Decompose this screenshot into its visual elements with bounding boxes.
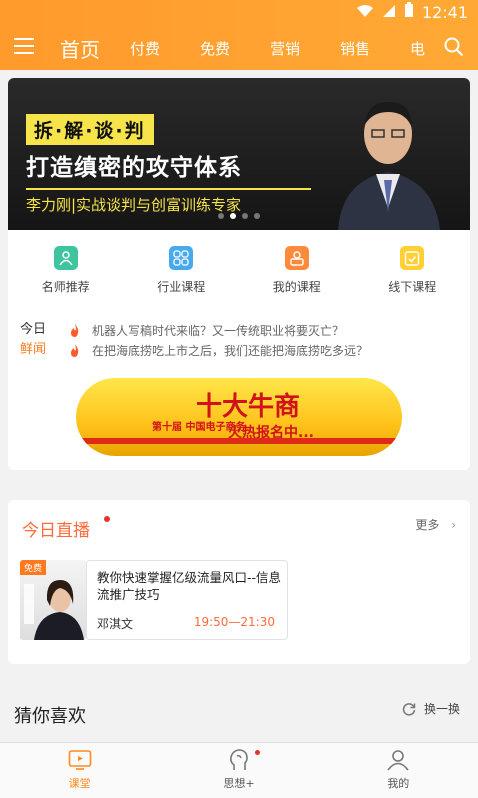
quick-label: 我的课程 bbox=[272, 280, 321, 294]
ad-stripe bbox=[76, 438, 402, 444]
live-title: 教你快速掌握亿级流量风口--信息流推广技巧 bbox=[97, 570, 282, 602]
free-badge: 免费 bbox=[20, 560, 47, 575]
refresh-icon bbox=[402, 702, 416, 716]
news-title: 在把海底捞吃上市之后，我们还能把海底捞吃多远？ bbox=[92, 343, 369, 358]
nav-tab-free[interactable]: 免费 bbox=[200, 34, 270, 63]
quick-item-my-courses[interactable]: 我的课程 bbox=[239, 246, 355, 295]
calendar-check-icon bbox=[400, 246, 425, 270]
live-card: 今日直播 更多 › 免费 教你快速掌握亿级流量风口--信息流推广技巧 邓淇文 1… bbox=[8, 500, 470, 664]
flame-icon bbox=[71, 343, 79, 357]
guess-section-title: 猜你喜欢 bbox=[14, 706, 86, 727]
banner-subline: 李力刚|实战谈判与创富训练专家 bbox=[26, 196, 242, 214]
more-label: 更多 bbox=[415, 518, 440, 532]
event-ad-banner[interactable]: 十大牛商 第十届 中国电子商务 火热报名中... bbox=[76, 378, 402, 456]
bottom-tab-bar: 课堂 思想+ 我的 bbox=[0, 742, 478, 798]
status-bar: 12:41 bbox=[0, 0, 478, 24]
nav-tab-paid[interactable]: 付费 bbox=[130, 34, 200, 63]
quick-label: 线下课程 bbox=[388, 280, 437, 294]
grid-icon bbox=[169, 246, 194, 270]
more-link[interactable]: 更多 › bbox=[415, 516, 456, 533]
nav-tabs: 首页 付费 免费 营销 销售 电 bbox=[60, 34, 478, 63]
live-host: 邓淇文 bbox=[97, 617, 134, 631]
quick-item-industry[interactable]: 行业课程 bbox=[124, 246, 240, 295]
news-item[interactable]: 机器人写稿时代来临？又一传统职业将要灭亡？ bbox=[70, 320, 368, 340]
news-item[interactable]: 在把海底捞吃上市之后，我们还能把海底捞吃多远？ bbox=[70, 340, 368, 360]
quick-links: 名师推荐 行业课程 我的课程 线下课程 bbox=[8, 246, 470, 295]
news-label: 今日 鲜闻 bbox=[20, 320, 50, 360]
speaker-photo bbox=[328, 88, 448, 230]
promo-banner[interactable]: 拆·解·谈·判 打造缜密的攻守体系 李力刚|实战谈判与创富训练专家 bbox=[8, 78, 470, 230]
search-icon[interactable] bbox=[444, 37, 464, 57]
live-info-box: 教你快速掌握亿级流量风口--信息流推广技巧 邓淇文 19:50—21:30 bbox=[86, 560, 288, 640]
live-indicator-dot bbox=[104, 516, 110, 522]
head-icon bbox=[229, 749, 248, 770]
live-section-title: 今日直播 bbox=[22, 521, 90, 541]
classroom-icon bbox=[68, 750, 91, 770]
chevron-right-icon: › bbox=[451, 518, 456, 532]
news-label-line1: 今日 bbox=[20, 322, 47, 337]
course-icon bbox=[284, 246, 309, 270]
status-time: 12:41 bbox=[421, 2, 468, 22]
tab-thoughts[interactable]: 思想+ bbox=[159, 743, 318, 798]
quick-item-offline[interactable]: 线下课程 bbox=[355, 246, 471, 295]
live-thumbnail: 免费 bbox=[20, 560, 86, 640]
carousel-dots[interactable] bbox=[218, 213, 260, 219]
news-label-line2: 鲜闻 bbox=[20, 342, 47, 357]
quick-item-teachers[interactable]: 名师推荐 bbox=[8, 246, 124, 295]
nav-tab-home[interactable]: 首页 bbox=[60, 34, 130, 63]
tab-classroom[interactable]: 课堂 bbox=[0, 743, 159, 798]
banner-divider bbox=[26, 188, 311, 190]
home-card: 拆·解·谈·判 打造缜密的攻守体系 李力刚|实战谈判与创富训练专家 名师推荐 行… bbox=[8, 78, 470, 470]
refresh-label: 换一换 bbox=[423, 702, 460, 716]
signal-icon bbox=[382, 3, 396, 22]
battery-icon bbox=[404, 2, 414, 22]
teacher-icon bbox=[53, 246, 78, 270]
wifi-icon bbox=[356, 3, 374, 22]
nav-bar: 首页 付费 免费 营销 销售 电 bbox=[0, 28, 478, 68]
news-list: 机器人写稿时代来临？又一传统职业将要灭亡？ 在把海底捞吃上市之后，我们还能把海底… bbox=[70, 320, 368, 360]
nav-tab-sales[interactable]: 销售 bbox=[340, 34, 410, 63]
tab-profile[interactable]: 我的 bbox=[319, 743, 478, 798]
flame-icon bbox=[71, 323, 79, 337]
banner-headline: 打造缜密的攻守体系 bbox=[26, 155, 242, 181]
top-header: 12:41 首页 付费 免费 营销 销售 电 bbox=[0, 0, 478, 70]
user-icon bbox=[387, 750, 409, 771]
live-time: 19:50—21:30 bbox=[193, 615, 275, 629]
tab-label: 思想+ bbox=[223, 777, 255, 790]
tab-label: 我的 bbox=[387, 777, 410, 790]
live-item[interactable]: 免费 教你快速掌握亿级流量风口--信息流推广技巧 邓淇文 19:50—21:30 bbox=[20, 560, 288, 640]
banner-tag: 拆·解·谈·判 bbox=[26, 114, 154, 145]
notification-dot bbox=[255, 750, 261, 755]
menu-icon[interactable] bbox=[14, 38, 34, 56]
quick-label: 名师推荐 bbox=[41, 280, 90, 294]
tab-label: 课堂 bbox=[68, 777, 91, 790]
nav-tab-marketing[interactable]: 营销 bbox=[270, 34, 340, 63]
quick-label: 行业课程 bbox=[157, 280, 206, 294]
news-title: 机器人写稿时代来临？又一传统职业将要灭亡？ bbox=[92, 323, 345, 338]
refresh-button[interactable]: 换一换 bbox=[402, 700, 460, 717]
